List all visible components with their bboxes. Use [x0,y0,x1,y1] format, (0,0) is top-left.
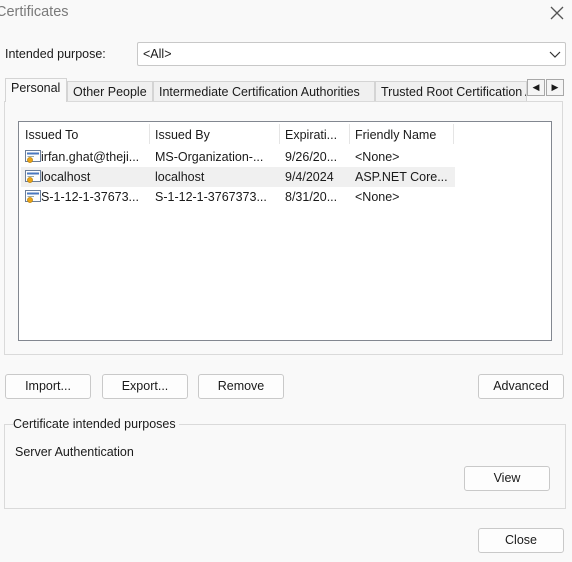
cell-expiration: 9/26/20... [285,150,338,164]
cell-issued-by: MS-Organization-... [155,150,264,164]
cell-issued-to: irfan.ghat@theji... [41,150,140,164]
table-row[interactable]: S-1-12-1-37673... S-1-12-1-3767373... 8/… [21,187,455,207]
cell-expiration: 8/31/20... [285,190,338,204]
intended-purpose-label: Intended purpose: [5,47,106,61]
certificate-icon [25,170,41,183]
intended-purposes-title: Certificate intended purposes [13,417,179,431]
store-tabs: Personal Other People Intermediate Certi… [0,78,572,102]
tab-scroll-right-icon[interactable]: ▶ [546,79,564,96]
column-header-expiration[interactable]: Expirati... [279,122,349,146]
certificate-list[interactable]: Issued To Issued By Expirati... Friendly… [18,121,552,341]
cell-issued-by: S-1-12-1-3767373... [155,190,267,204]
column-header-issued-to[interactable]: Issued To [19,122,149,146]
certificate-icon [25,190,41,203]
tab-trusted-root-certification-authorities[interactable]: Trusted Root Certification Authorities [375,81,527,101]
intended-purposes-text: Server Authentication [15,445,134,459]
cell-friendly-name: ASP.NET Core... [355,170,448,184]
certificate-icon [25,150,41,163]
tab-scroll-left-icon[interactable]: ◀ [527,79,545,96]
cell-issued-to: S-1-12-1-37673... [41,190,139,204]
cell-friendly-name: <None> [355,190,400,204]
export-button[interactable]: Export... [102,374,188,399]
table-row[interactable]: irfan.ghat@theji... MS-Organization-... … [21,147,455,167]
intended-purpose-select[interactable]: <All> [137,42,566,66]
import-button[interactable]: Import... [5,374,91,399]
cell-issued-by: localhost [155,170,205,184]
cell-expiration: 9/4/2024 [285,170,334,184]
remove-button[interactable]: Remove [198,374,284,399]
tab-other-people[interactable]: Other People [67,81,153,101]
close-icon[interactable] [548,4,566,22]
chevron-down-icon [549,51,561,58]
column-header-issued-by[interactable]: Issued By [149,122,279,146]
cell-issued-to: localhost [41,170,91,184]
advanced-button[interactable]: Advanced [478,374,564,399]
tab-personal[interactable]: Personal [5,78,67,102]
view-button[interactable]: View [464,466,550,491]
tab-intermediate-certification-authorities[interactable]: Intermediate Certification Authorities [153,81,375,101]
table-row[interactable]: localhost localhost 9/4/2024 ASP.NET Cor… [21,167,455,187]
close-button[interactable]: Close [478,528,564,553]
cell-friendly-name: <None> [355,150,400,164]
column-header-friendly-name[interactable]: Friendly Name [349,122,453,146]
window-title: Certificates [0,4,69,20]
intended-purpose-value: <All> [143,47,172,61]
